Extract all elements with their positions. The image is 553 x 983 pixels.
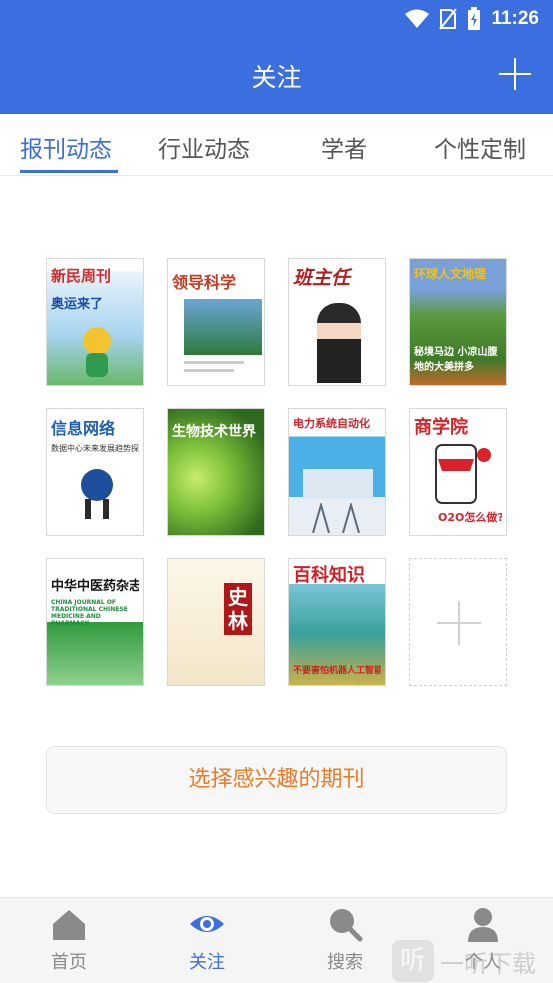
- nav-follow-label: 关注: [189, 952, 225, 973]
- nav-home-label: 首页: [51, 952, 87, 973]
- user-icon: [468, 908, 498, 942]
- magazine-cover[interactable]: 领导科学: [167, 258, 265, 386]
- home-icon: [53, 910, 85, 940]
- add-icon[interactable]: [499, 58, 531, 90]
- cover-title: 生物技术世界: [172, 424, 256, 440]
- cover-photo: [303, 469, 373, 499]
- tab-scholars[interactable]: 学者: [321, 130, 367, 164]
- wifi-icon: [405, 9, 430, 28]
- active-tab-indicator: [20, 170, 118, 173]
- watermark-badge: 听: [392, 940, 434, 982]
- nav-search-label: 搜索: [327, 952, 363, 973]
- magazine-cover[interactable]: 生物技术世界: [167, 408, 265, 536]
- magazine-cover[interactable]: 环球人文地理 秘境马边 小凉山腹地的大美拼多: [409, 258, 507, 386]
- status-bar: 11:26: [405, 6, 539, 32]
- search-icon: [330, 909, 363, 942]
- select-journals-button[interactable]: 选择感兴趣的期刊: [46, 746, 507, 814]
- screen: 11:26 关注 报刊动态 行业动态 学者 个性定制 新民周刊 奥运来了 领导科…: [0, 0, 553, 983]
- cover-portrait: [317, 303, 361, 383]
- watermark-text: 一听下载: [440, 949, 536, 978]
- magazine-cover[interactable]: 百科知识 不要害怕机器人工智能: [288, 558, 386, 686]
- cover-title: 商学院: [414, 417, 468, 438]
- app-header: 11:26 关注: [0, 0, 553, 114]
- cover-subtitle: CHINA JOURNAL OF TRADITIONAL CHINESE MED…: [51, 599, 128, 627]
- cover-title: 信息网络: [51, 419, 116, 438]
- nav-follow[interactable]: 关注: [162, 906, 252, 974]
- cover-title: 环球人文地理: [414, 267, 487, 281]
- eye-icon: [190, 916, 224, 932]
- status-time: 11:26: [491, 8, 539, 29]
- magazine-cover[interactable]: 班主任: [288, 258, 386, 386]
- page-title: 关注: [251, 63, 302, 92]
- text-line: [184, 361, 244, 364]
- cover-title: 领导科学: [172, 273, 237, 292]
- cover-subtitle: 秘境马边 小凉山腹地的大美拼多: [414, 347, 498, 373]
- category-tabs: 报刊动态 行业动态 学者 个性定制: [0, 114, 553, 176]
- tab-custom[interactable]: 个性定制: [434, 130, 526, 164]
- battery-charging-icon: [468, 7, 481, 30]
- cover-title: 电力系统自动化: [293, 417, 370, 430]
- magazine-cover[interactable]: 新民周刊 奥运来了: [46, 258, 144, 386]
- cover-subtitle: 数据中心未来发展趋势探讨: [51, 444, 139, 453]
- phone-shop-illustration: [435, 444, 491, 504]
- mascot-illustration: [83, 327, 111, 377]
- tab-newspaper-news[interactable]: 报刊动态: [20, 130, 112, 164]
- cover-subtitle: 奥运来了: [51, 297, 104, 312]
- cover-title: 班主任: [293, 267, 351, 289]
- nav-home[interactable]: 首页: [24, 906, 114, 974]
- magazine-cover[interactable]: 信息网络 数据中心未来发展趋势探讨: [46, 408, 144, 536]
- magazine-cover[interactable]: 中华中医药杂志 CHINA JOURNAL OF TRADITIONAL CHI…: [46, 558, 144, 686]
- cover-subtitle: 不要害怕机器人工智能: [293, 666, 381, 676]
- nav-search[interactable]: 搜索: [300, 906, 390, 974]
- add-magazine-slot[interactable]: [409, 558, 507, 686]
- waterfall-image: [184, 299, 262, 355]
- watermark: 听 一听下载: [392, 940, 536, 982]
- no-sim-icon: [439, 8, 458, 30]
- tab-industry-news[interactable]: 行业动态: [158, 130, 250, 164]
- magazine-cover[interactable]: 商学院 O2O怎么做?: [409, 408, 507, 536]
- cover-title: 中华中医药杂志: [51, 579, 139, 594]
- magazine-cover[interactable]: 史林: [167, 558, 265, 686]
- cover-title: 史林: [224, 583, 252, 635]
- cover-title: 新民周刊: [51, 267, 112, 285]
- cover-title: 百科知识: [293, 565, 365, 586]
- magazine-cover[interactable]: 电力系统自动化: [288, 408, 386, 536]
- power-tower-illustration: [312, 503, 360, 533]
- globe-robot-illustration: [81, 469, 113, 519]
- text-line: [184, 369, 234, 372]
- cover-subtitle: O2O怎么做?: [438, 511, 502, 524]
